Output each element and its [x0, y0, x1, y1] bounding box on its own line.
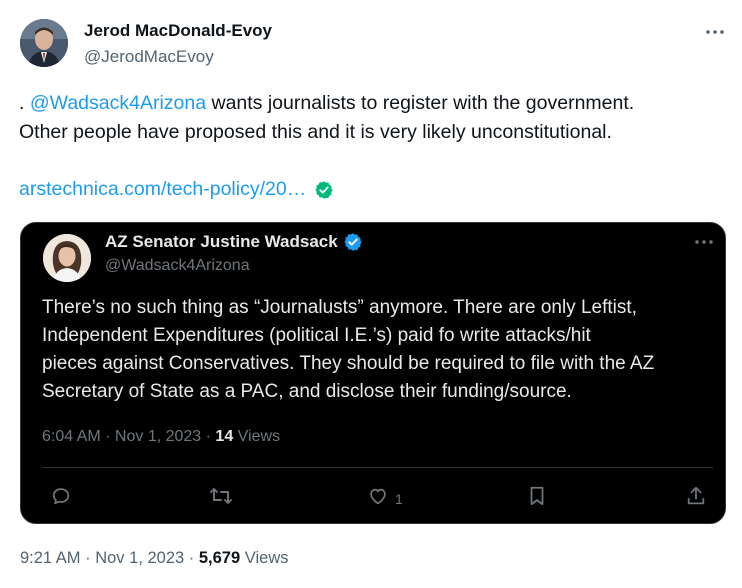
separator: ·: [184, 549, 199, 567]
tweet-date[interactable]: Nov 1, 2023: [95, 549, 184, 567]
more-icon[interactable]: [703, 24, 727, 40]
quoted-author-name[interactable]: AZ Senator Justine Wadsack: [105, 232, 338, 252]
views-count: 5,679: [198, 549, 241, 567]
quoted-views-count: 14: [215, 428, 234, 445]
mention-link[interactable]: @Wadsack4Arizona: [30, 92, 206, 114]
article-link[interactable]: arstechnica.com/tech-policy/20…: [19, 178, 306, 201]
heart-icon: [367, 485, 389, 512]
views-label: Views: [244, 549, 289, 567]
separator: ·: [100, 428, 115, 445]
verified-badge-icon: [343, 232, 363, 252]
quoted-author-handle[interactable]: @Wadsack4Arizona: [105, 257, 250, 275]
like-count: 1: [395, 490, 403, 507]
reply-button[interactable]: [50, 485, 72, 512]
retweet-button[interactable]: [209, 485, 233, 512]
retweet-icon: [209, 485, 233, 512]
quoted-text-line: Secretary of State as a PAC, and disclos…: [42, 381, 572, 402]
text-line2: Other people have proposed this and it i…: [19, 121, 612, 143]
text-prefix: .: [19, 92, 30, 114]
text-line1-rest: wants journalists to register with the g…: [206, 92, 635, 114]
tweet-text: . @Wadsack4Arizona wants journalists to …: [19, 89, 724, 147]
quoted-text-line: There’s no such thing as “Journalusts” a…: [42, 297, 637, 318]
quoted-text-line: pieces against Conservatives. They shoul…: [42, 353, 655, 374]
bookmark-button[interactable]: [527, 485, 547, 512]
author-avatar[interactable]: [20, 19, 68, 67]
quoted-tweet-text: There’s no such thing as “Journalusts” a…: [42, 294, 722, 406]
verified-check-icon: [314, 180, 334, 200]
author-handle[interactable]: @JerodMacEvoy: [84, 47, 214, 67]
separator: ·: [80, 549, 96, 567]
share-button[interactable]: [685, 485, 707, 512]
reply-icon: [50, 485, 72, 512]
tweet-time[interactable]: 9:21 AM: [20, 549, 81, 567]
author-name[interactable]: Jerod MacDonald-Evoy: [84, 21, 272, 41]
divider: [42, 467, 713, 468]
bookmark-icon: [527, 485, 547, 512]
like-button[interactable]: 1: [367, 485, 403, 512]
quoted-tweet-card[interactable]: AZ Senator Justine Wadsack @Wadsack4Ariz…: [20, 222, 726, 524]
quoted-text-line: Independent Expenditures (political I.E.…: [42, 325, 591, 346]
quoted-date[interactable]: Nov 1, 2023: [115, 428, 201, 445]
tweet-meta: 9:21 AM · Nov 1, 2023 · 5,679 Views: [20, 549, 288, 568]
separator: ·: [201, 428, 216, 445]
share-icon: [685, 485, 707, 512]
quoted-views-label: Views: [237, 428, 281, 445]
quoted-tweet-meta: 6:04 AM · Nov 1, 2023 · 14 Views: [42, 428, 280, 446]
quoted-author-avatar[interactable]: [43, 234, 91, 282]
quoted-more-icon[interactable]: [692, 234, 716, 250]
quoted-time[interactable]: 6:04 AM: [42, 428, 101, 445]
